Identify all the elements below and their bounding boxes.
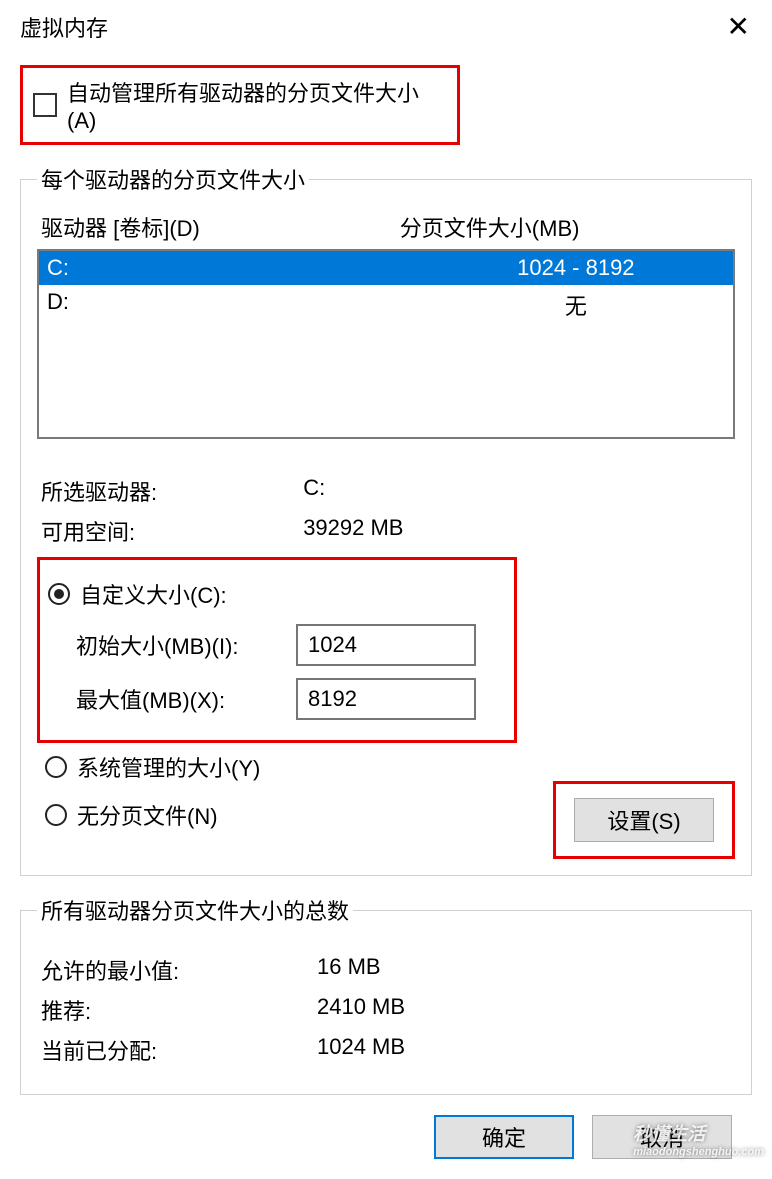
auto-manage-label: 自动管理所有驱动器的分页文件大小(A)	[67, 76, 447, 134]
min-allowed-value: 16 MB	[317, 954, 731, 986]
drive-letter: D:	[47, 289, 427, 321]
radio-icon[interactable]	[48, 583, 70, 605]
system-managed-label: 系统管理的大小(Y)	[77, 751, 260, 783]
recommended-label: 推荐:	[41, 994, 317, 1026]
ok-button[interactable]: 确定	[434, 1115, 574, 1159]
initial-size-input[interactable]	[296, 624, 476, 666]
drive-listbox[interactable]: C: 1024 - 8192 D: 无	[37, 249, 735, 439]
set-button[interactable]: 设置(S)	[574, 798, 714, 842]
no-pagefile-label: 无分页文件(N)	[77, 799, 218, 831]
drive-size: 无	[427, 289, 725, 321]
watermark: 秒懂生活 miaodongshenghuo.com	[633, 1120, 764, 1158]
radio-icon[interactable]	[45, 756, 67, 778]
drive-letter: C:	[47, 255, 427, 281]
free-space-label: 可用空间:	[41, 515, 303, 547]
set-button-highlight: 设置(S)	[553, 781, 735, 859]
per-drive-group: 每个驱动器的分页文件大小 驱动器 [卷标](D) 分页文件大小(MB) C: 1…	[20, 163, 752, 876]
custom-size-label: 自定义大小(C):	[80, 578, 227, 610]
max-size-input[interactable]	[296, 678, 476, 720]
selected-drive-label: 所选驱动器:	[41, 475, 303, 507]
recommended-value: 2410 MB	[317, 994, 731, 1026]
custom-size-section: 自定义大小(C): 初始大小(MB)(I): 最大值(MB)(X):	[37, 557, 517, 743]
auto-manage-checkbox-row[interactable]: 自动管理所有驱动器的分页文件大小(A)	[20, 65, 460, 145]
checkbox-icon[interactable]	[33, 93, 57, 117]
close-icon[interactable]: ✕	[719, 10, 758, 43]
list-item[interactable]: D: 无	[39, 285, 733, 325]
drive-size: 1024 - 8192	[427, 255, 725, 281]
dialog-title: 虚拟内存	[20, 11, 108, 43]
header-size: 分页文件大小(MB)	[400, 211, 731, 243]
min-allowed-label: 允许的最小值:	[41, 954, 317, 986]
totals-group: 所有驱动器分页文件大小的总数 允许的最小值: 16 MB 推荐: 2410 MB…	[20, 894, 752, 1095]
selected-drive-value: C:	[303, 475, 731, 507]
currently-allocated-label: 当前已分配:	[41, 1034, 317, 1066]
radio-icon[interactable]	[45, 804, 67, 826]
initial-size-label: 初始大小(MB)(I):	[76, 629, 296, 661]
per-drive-legend: 每个驱动器的分页文件大小	[37, 163, 309, 195]
free-space-value: 39292 MB	[303, 515, 731, 547]
totals-legend: 所有驱动器分页文件大小的总数	[37, 894, 353, 926]
custom-size-radio[interactable]: 自定义大小(C):	[48, 570, 506, 618]
currently-allocated-value: 1024 MB	[317, 1034, 731, 1066]
header-drive: 驱动器 [卷标](D)	[41, 211, 400, 243]
max-size-label: 最大值(MB)(X):	[76, 683, 296, 715]
list-item[interactable]: C: 1024 - 8192	[39, 251, 733, 285]
